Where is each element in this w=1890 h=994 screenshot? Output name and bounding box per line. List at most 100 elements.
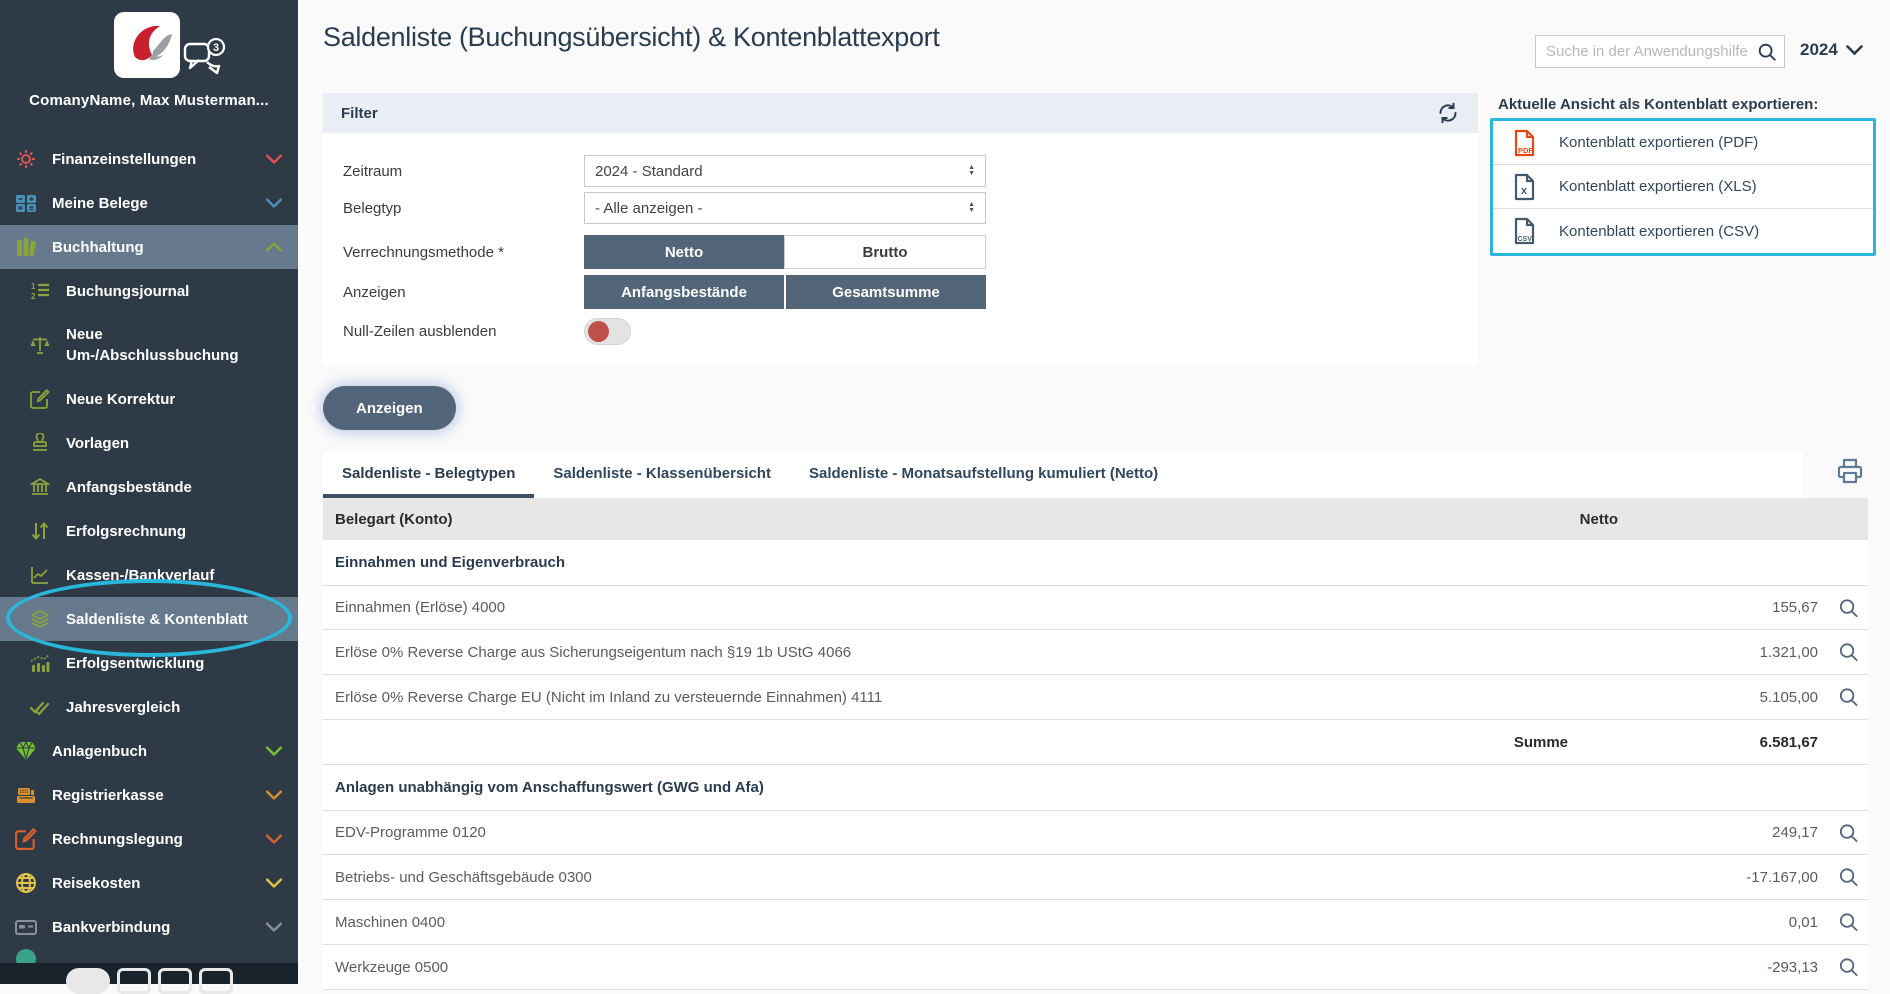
sidebar-item-erfolgsentwicklung[interactable]: Erfolgsentwicklung	[0, 641, 298, 685]
sidebar-item-label: Finanzeinstellungen	[52, 149, 196, 170]
sidebar-item-neue-korrektur[interactable]: Neue Korrektur	[0, 377, 298, 421]
magnifier-icon[interactable]	[1837, 866, 1860, 889]
export-csv-button[interactable]: CSV Kontenblatt exportieren (CSV)	[1493, 209, 1873, 253]
sidebar-item-erfolgsrechnung[interactable]: Erfolgsrechnung	[0, 509, 298, 553]
sidebar-item-anfangsbestaende[interactable]: Anfangsbestände	[0, 465, 298, 509]
page-title: Saldenliste (Buchungsübersicht) & Konten…	[323, 22, 940, 53]
main-content: Saldenliste (Buchungsübersicht) & Konten…	[298, 0, 1890, 984]
zeitraum-label: Zeitraum	[343, 163, 584, 180]
card-icon	[14, 916, 38, 938]
magnifier-icon[interactable]	[1837, 686, 1860, 709]
account-label: EDV-Programme 0120	[335, 824, 1868, 841]
table-row: Betriebs- und Geschäftsgebäude 0300 -17.…	[323, 855, 1868, 900]
toggle-knob	[588, 321, 609, 342]
stamp-icon	[28, 433, 52, 453]
sidebar-item-label: Erfolgsentwicklung	[66, 653, 204, 674]
sidebar-item-label: Buchhaltung	[52, 237, 144, 258]
sidebar-item-buchungsjournal[interactable]: 1 2 Buchungsjournal	[0, 269, 298, 313]
sidebar-footer-logo	[0, 963, 298, 984]
sidebar-item-buchhaltung[interactable]: Buchhaltung	[0, 225, 298, 269]
print-icon[interactable]	[1836, 458, 1864, 484]
export-pdf-label: Kontenblatt exportieren (PDF)	[1559, 134, 1758, 151]
sidebar-item-rechnungslegung[interactable]: Rechnungslegung	[0, 817, 298, 861]
tab-saldenliste-monatsaufstellung[interactable]: Saldenliste - Monatsaufstellung kumulier…	[790, 452, 1177, 498]
verrechnungsmethode-label: Verrechnungsmethode *	[343, 244, 584, 261]
group-label: Anlagen unabhängig vom Anschaffungswert …	[335, 779, 1868, 796]
sidebar-item-label: Reisekosten	[52, 873, 140, 894]
netto-value: 155,67	[1772, 599, 1818, 616]
refresh-icon[interactable]	[1436, 101, 1460, 125]
sum-label: Summe	[1514, 734, 1568, 751]
sidebar-item-jahresvergleich[interactable]: Jahresvergleich	[0, 685, 298, 729]
column-header-netto: Netto	[1580, 511, 1868, 528]
footer-logo-shape	[199, 968, 233, 994]
line-chart-icon	[28, 565, 52, 585]
edit-icon	[28, 389, 52, 409]
sum-value: 6.581,67	[1760, 734, 1818, 751]
chevron-up-icon	[266, 243, 282, 252]
select-arrows-icon: ▲▼	[968, 202, 975, 214]
table-row: Einnahmen (Erlöse) 4000 155,67	[323, 585, 1868, 630]
filter-panel: Filter Zeitraum 2024 - Standard ▲▼ Beleg…	[323, 93, 1478, 365]
bar-chart-icon	[28, 653, 52, 673]
sidebar-item-bankverbindung[interactable]: Bankverbindung	[0, 905, 298, 949]
column-header-belegart: Belegart (Konto)	[335, 511, 1580, 528]
brutto-toggle-button[interactable]: Brutto	[784, 235, 986, 269]
magnifier-icon[interactable]	[1837, 956, 1860, 979]
belegtyp-select[interactable]: - Alle anzeigen - ▲▼	[584, 192, 986, 224]
edit-icon	[14, 828, 38, 850]
tab-saldenliste-belegtypen[interactable]: Saldenliste - Belegtypen	[323, 452, 534, 498]
export-xls-button[interactable]: x Kontenblatt exportieren (XLS)	[1493, 165, 1873, 209]
magnifier-icon[interactable]	[1837, 641, 1860, 664]
export-pdf-button[interactable]: PDF Kontenblatt exportieren (PDF)	[1493, 121, 1873, 165]
app-logo[interactable]	[114, 12, 180, 78]
netto-toggle-button[interactable]: Netto	[584, 235, 784, 269]
anzeigen-submit-button[interactable]: Anzeigen	[323, 386, 456, 430]
magnifier-icon[interactable]	[1837, 821, 1860, 844]
sidebar-item-label: Kassen-/Bankverlauf	[66, 565, 214, 586]
year-value: 2024	[1800, 40, 1838, 60]
sidebar-item-registrierkasse[interactable]: Registrierkasse	[0, 773, 298, 817]
sidebar-item-meine-belege[interactable]: Meine Belege	[0, 181, 298, 225]
zeitraum-select[interactable]: 2024 - Standard ▲▼	[584, 155, 986, 187]
sidebar-item-kassen-bankverlauf[interactable]: Kassen-/Bankverlauf	[0, 553, 298, 597]
sidebar-item-saldenliste-kontenblatt[interactable]: Saldenliste & Kontenblatt	[0, 597, 298, 641]
sidebar-nav: Finanzeinstellungen Meine Belege	[0, 137, 298, 949]
footer-logo-shape	[66, 968, 110, 994]
chevron-down-icon	[266, 747, 282, 756]
chevron-down-icon	[1846, 45, 1863, 55]
group-label: Einnahmen und Eigenverbrauch	[335, 554, 1868, 571]
sidebar-item-finanzeinstellungen[interactable]: Finanzeinstellungen	[0, 137, 298, 181]
export-xls-label: Kontenblatt exportieren (XLS)	[1559, 178, 1757, 195]
tab-saldenliste-klassenuebersicht[interactable]: Saldenliste - Klassenübersicht	[534, 452, 790, 498]
anfangsbestaende-toggle-button[interactable]: Anfangsbestände	[584, 275, 786, 309]
table-group-row: Einnahmen und Eigenverbrauch	[323, 540, 1868, 585]
account-label: Maschinen 0400	[335, 914, 1868, 931]
layers-icon	[28, 609, 52, 629]
search-icon[interactable]	[1756, 41, 1778, 63]
gesamtsumme-toggle-button[interactable]: Gesamtsumme	[786, 275, 986, 309]
netto-value: 5.105,00	[1760, 689, 1818, 706]
chevron-down-icon	[266, 155, 282, 164]
sidebar-item-label: Buchungsjournal	[66, 281, 189, 302]
numbered-list-icon: 1 2	[28, 281, 52, 301]
calculator-icon	[14, 192, 38, 214]
filter-header: Filter	[323, 93, 1478, 133]
help-search	[1535, 35, 1785, 68]
table-sum-row: Summe 6.581,67	[323, 720, 1868, 765]
sidebar-item-vorlagen[interactable]: Vorlagen	[0, 421, 298, 465]
nullzeilen-toggle[interactable]	[584, 318, 631, 345]
sidebar-item-reisekosten[interactable]: Reisekosten	[0, 861, 298, 905]
chat-notifications[interactable]: 3	[183, 38, 227, 78]
chevron-down-icon	[266, 791, 282, 800]
year-dropdown[interactable]: 2024	[1800, 40, 1863, 60]
search-input[interactable]	[1536, 43, 1756, 60]
bank-icon	[28, 477, 52, 497]
magnifier-icon[interactable]	[1837, 911, 1860, 934]
sidebar-item-neue-um-abschlussbuchung[interactable]: Neue Um-/Abschlussbuchung	[0, 313, 298, 377]
sidebar-item-anlagenbuch[interactable]: Anlagenbuch	[0, 729, 298, 773]
magnifier-icon[interactable]	[1837, 596, 1860, 619]
sidebar-item-label: Rechnungslegung	[52, 829, 183, 850]
svg-text:1: 1	[31, 282, 36, 291]
arrows-up-down-icon	[28, 521, 52, 541]
